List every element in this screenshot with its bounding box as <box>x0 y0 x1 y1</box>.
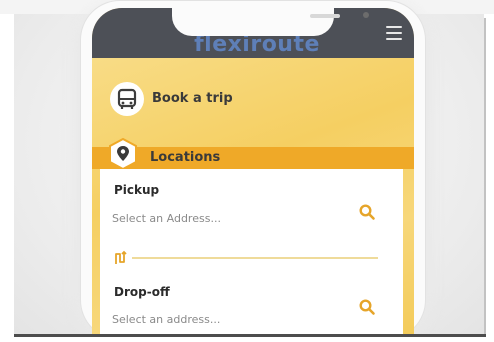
phone-screen: flexiroute Book a trip Locations Pickup … <box>92 8 414 334</box>
route-divider <box>112 250 392 266</box>
map-pin-icon <box>109 137 137 171</box>
locations-banner <box>92 147 414 169</box>
speaker-grille <box>310 14 340 18</box>
bus-icon <box>117 88 137 109</box>
book-trip-label: Book a trip <box>152 91 233 106</box>
map-pin-badge <box>108 137 138 171</box>
bus-icon-badge <box>110 82 144 116</box>
divider-line <box>132 257 378 259</box>
pickup-search-icon[interactable] <box>358 203 376 221</box>
dropoff-label: Drop-off <box>114 285 170 299</box>
pickup-label: Pickup <box>114 183 160 197</box>
brand-logo: flexiroute <box>194 34 320 56</box>
phone-notch <box>172 8 369 36</box>
dropoff-address-input[interactable] <box>112 310 342 328</box>
dropoff-search-icon[interactable] <box>358 298 376 316</box>
bottom-border-line <box>14 334 486 337</box>
locations-heading: Locations <box>150 150 221 165</box>
route-swap-icon[interactable] <box>112 250 130 266</box>
pickup-address-input[interactable] <box>112 209 342 227</box>
book-trip-button[interactable]: Book a trip <box>110 82 310 118</box>
hamburger-menu-icon[interactable] <box>386 26 402 40</box>
locations-card: Pickup Drop-off <box>100 169 403 334</box>
right-border <box>484 18 486 334</box>
front-camera <box>363 12 369 18</box>
